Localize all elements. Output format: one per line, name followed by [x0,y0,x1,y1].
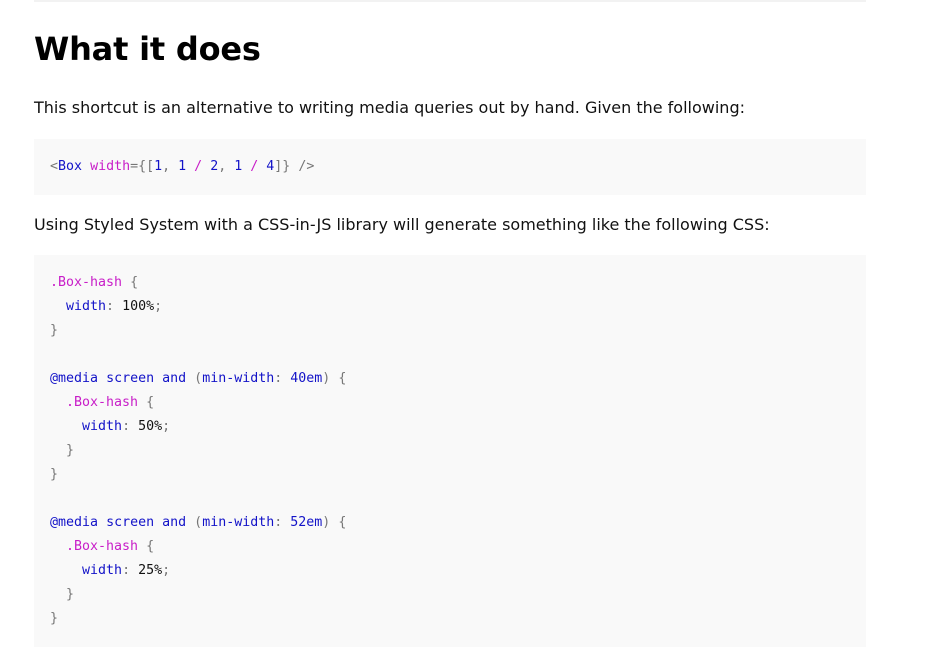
code-line: width: 50%; [50,415,850,439]
code-token: and [162,515,187,530]
code-token: width [90,159,131,174]
code-token: } [66,443,75,458]
code-token: { [330,371,347,386]
code-token: 100% [122,299,155,314]
code-token: screen [106,371,155,386]
section-heading: What it does [34,30,261,68]
code-token: : [274,371,291,386]
code-token: 25% [138,563,163,578]
code-token: 1 [154,159,163,174]
code-token: 50% [138,419,163,434]
code-token: ; [162,563,171,578]
code-token: } [66,587,75,602]
code-line: } [50,463,850,487]
code-line: @media screen and (min-width: 40em) { [50,367,850,391]
code-token: { [122,275,139,290]
code-token: ; [162,419,171,434]
code-token: and [162,371,187,386]
code-token: ( [194,371,203,386]
code-token: } [50,323,59,338]
code-token: min-width [202,371,275,386]
code-token: : [274,515,291,530]
code-token: : [122,419,139,434]
code-token: ( [194,515,203,530]
code-token: { [138,395,155,410]
code-token: ]} /> [274,159,315,174]
intro-paragraph: This shortcut is an alternative to writi… [34,98,745,117]
code-line: } [50,439,850,463]
code-token: width [66,299,107,314]
code-token: .Box-hash [50,275,123,290]
code-line: width: 25%; [50,559,850,583]
code-token: .Box-hash [66,539,139,554]
code-token: .Box-hash [66,395,139,410]
code-token: ={[ [130,159,155,174]
code-token: min-width [202,515,275,530]
code-line: } [50,583,850,607]
code-token: { [330,515,347,530]
output-paragraph: Using Styled System with a CSS-in-JS lib… [34,215,770,234]
code-token: < [50,159,59,174]
code-token: ; [154,299,163,314]
code-line: width: 100%; [50,295,850,319]
code-token: Box [58,159,83,174]
code-token: } [50,611,59,626]
code-token: width [82,419,123,434]
code-token: , [218,159,235,174]
code-token: : [122,563,139,578]
code-token: / [186,159,211,174]
code-token: 40em [290,371,323,386]
code-token: { [138,539,155,554]
code-line: .Box-hash { [50,271,850,295]
code-token: width [82,563,123,578]
code-token: 1 [178,159,187,174]
code-token: @media [50,515,99,530]
code-line: @media screen and (min-width: 52em) { [50,511,850,535]
code-line: <Box width={[1, 1 / 2, 1 / 4]} /> [50,155,850,179]
code-token: / [242,159,267,174]
code-token: screen [106,515,155,530]
css-code-block[interactable]: .Box-hash { width: 100%;} @media screen … [34,255,866,647]
section-divider [34,0,866,2]
code-line: } [50,319,850,343]
code-token: @media [50,371,99,386]
code-line: .Box-hash { [50,535,850,559]
code-line: } [50,607,850,631]
code-token: , [162,159,179,174]
code-token: : [106,299,123,314]
code-token: 52em [290,515,323,530]
code-token: } [50,467,59,482]
jsx-code-block[interactable]: <Box width={[1, 1 / 2, 1 / 4]} /> [34,139,866,195]
code-line: .Box-hash { [50,391,850,415]
